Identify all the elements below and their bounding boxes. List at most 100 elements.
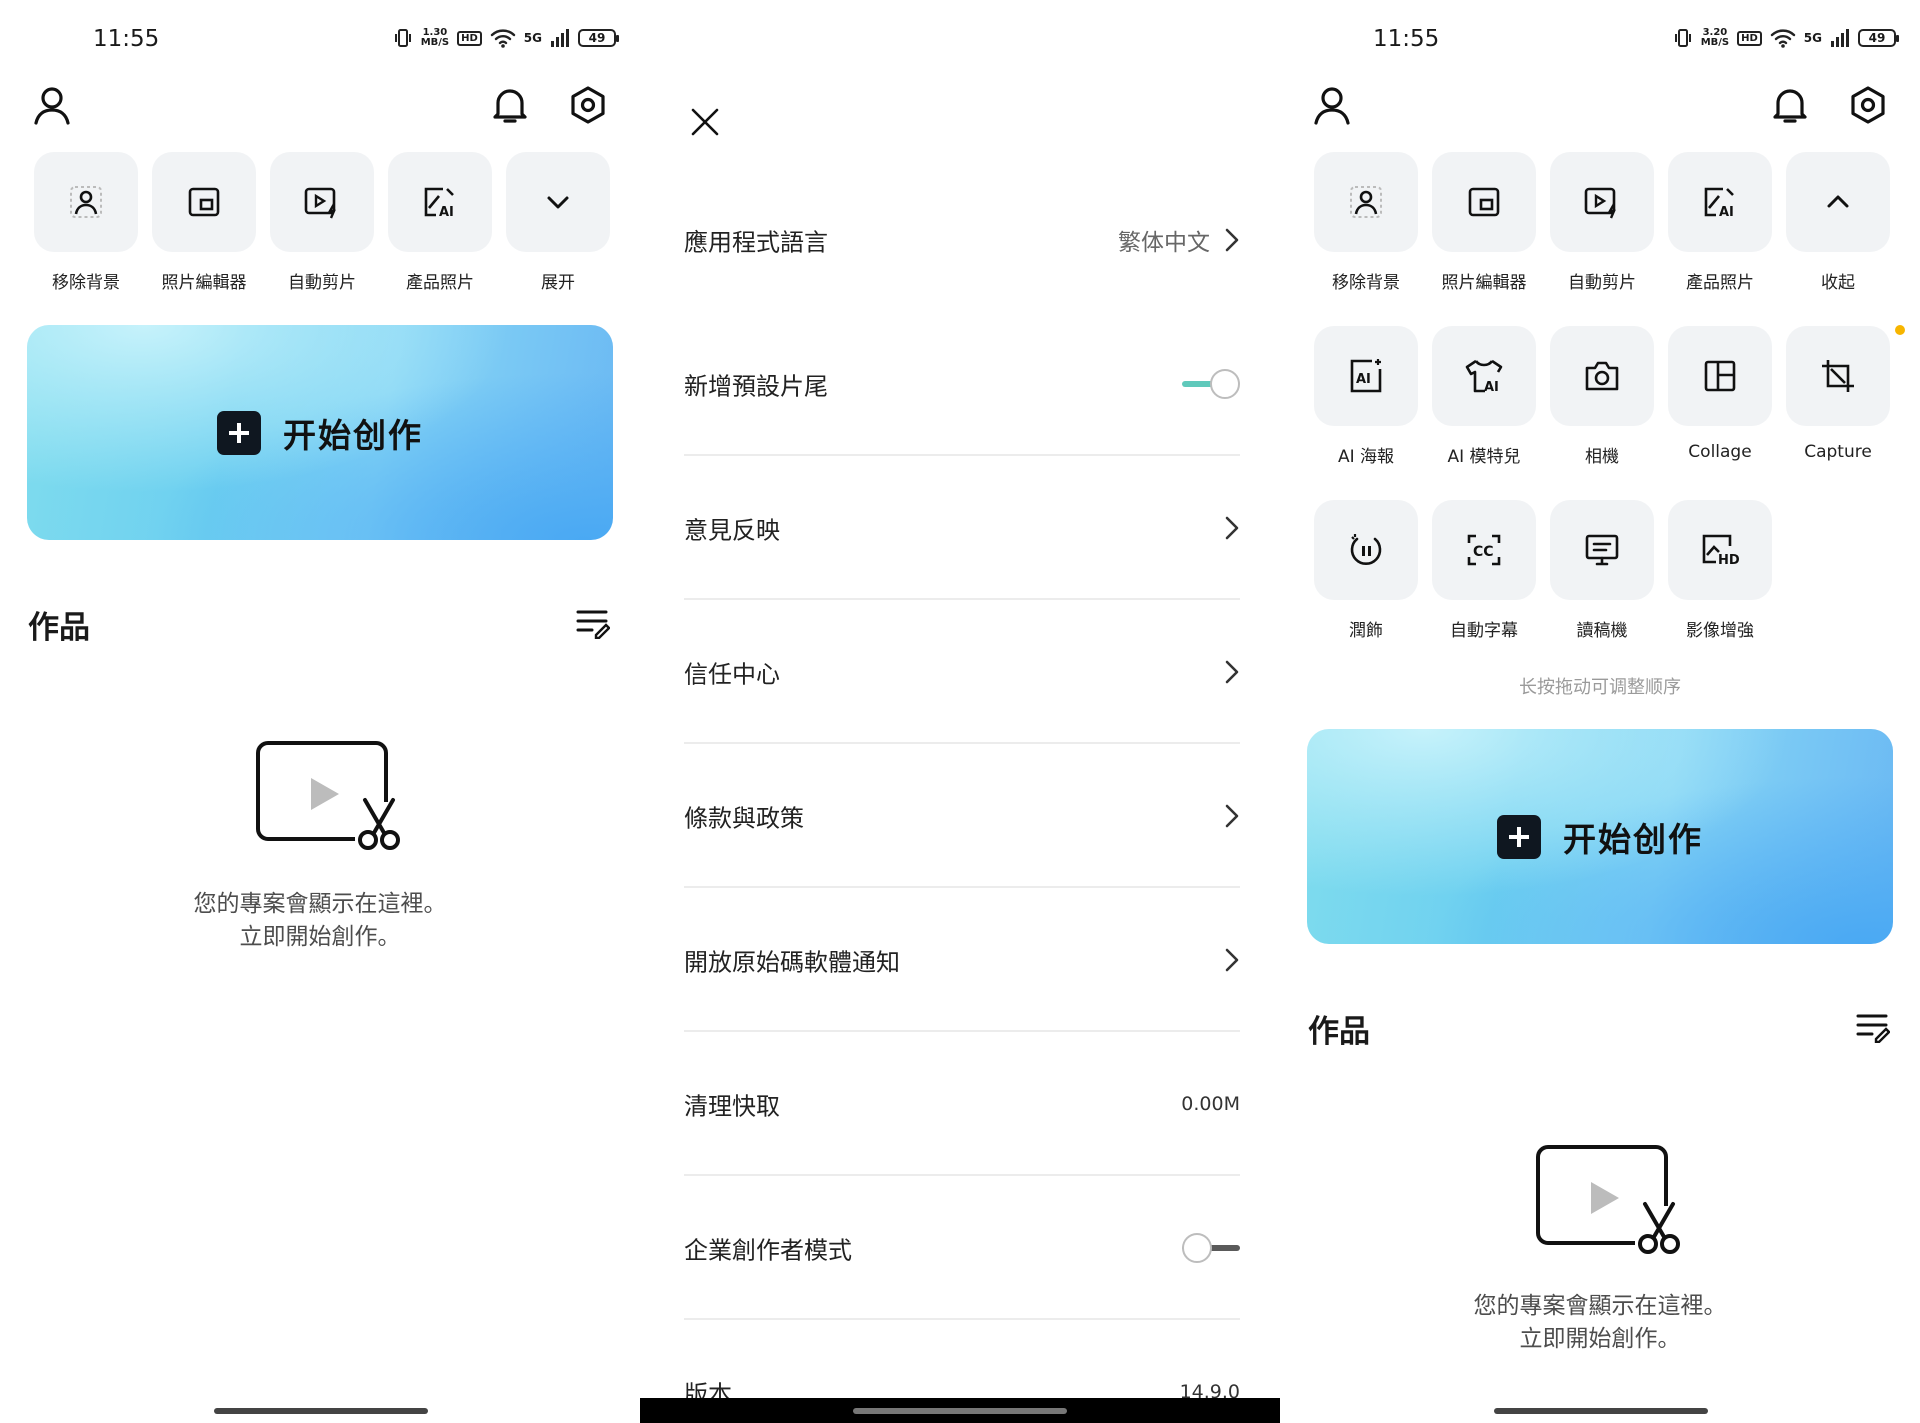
home-indicator[interactable]: [853, 1408, 1067, 1414]
tool-label: 相機: [1585, 447, 1619, 467]
ai-model-shirt-icon: AI: [1465, 359, 1503, 395]
vibrate-icon: [394, 29, 411, 47]
start-create-label: 开始创作: [283, 415, 423, 455]
wifi-icon: [1770, 29, 1795, 48]
edit-list-icon[interactable]: [1856, 1011, 1890, 1043]
tool-capture[interactable]: Capture: [1786, 326, 1890, 462]
tool-product-photo[interactable]: AI 產品照片: [388, 152, 492, 293]
bell-icon[interactable]: [490, 85, 530, 125]
home-screen-collapsed: 11:55 1.30 MB/S HD 5G 49 移除背景 照片編輯器 自動剪片 …: [0, 0, 640, 1423]
signal-bars-icon: [551, 29, 569, 47]
user-icon[interactable]: [1312, 85, 1352, 125]
person-remove-bg-icon: [1350, 186, 1382, 218]
settings-row-feedback[interactable]: 意見反映: [684, 456, 1240, 600]
tool-ai-model[interactable]: AI AI 模特兒: [1432, 326, 1536, 467]
camera-icon: [1585, 361, 1619, 391]
works-title: 作品: [28, 610, 90, 646]
tool-retouch[interactable]: 潤飾: [1314, 500, 1418, 641]
tool-label: 自動字幕: [1450, 621, 1518, 641]
business-creator-toggle[interactable]: [1182, 1233, 1240, 1263]
vibrate-icon: [1674, 29, 1691, 47]
close-icon[interactable]: [690, 107, 720, 137]
svg-text:HD: HD: [1718, 553, 1740, 568]
cache-size-value: 0.00M: [1181, 1093, 1240, 1115]
settings-gear-icon[interactable]: [1848, 85, 1888, 125]
chevron-right-icon: [1225, 228, 1239, 252]
network-speed: 3.20 MB/S: [1700, 27, 1730, 48]
product-photo-ai-icon: AI: [424, 187, 454, 220]
tool-label: 展开: [541, 273, 575, 293]
signal-type: 5G: [1803, 31, 1822, 45]
user-icon[interactable]: [32, 85, 72, 125]
edit-list-icon[interactable]: [576, 607, 610, 639]
tool-remove-background[interactable]: 移除背景: [1314, 152, 1418, 293]
start-create-label: 开始创作: [1563, 819, 1703, 859]
chevron-down-icon: [547, 196, 569, 209]
start-create-button[interactable]: 开始创作: [1307, 729, 1893, 944]
tool-auto-caption[interactable]: CC 自動字幕: [1432, 500, 1536, 641]
status-icons: 3.20 MB/S HD 5G 49: [1673, 27, 1899, 48]
wifi-icon: [490, 29, 515, 48]
empty-message: 您的專案會顯示在這裡。 立即開始創作。: [1473, 1293, 1727, 1352]
settings-row-trust-center[interactable]: 信任中心: [684, 600, 1240, 744]
teleprompter-icon: [1585, 534, 1619, 566]
plus-icon: [217, 410, 261, 455]
settings-row-terms-policies[interactable]: 條款與政策: [684, 744, 1240, 888]
status-bar: 11:55 1.30 MB/S HD 5G 49: [0, 26, 640, 56]
settings-row-open-source-notice[interactable]: 開放原始碼軟體通知: [684, 888, 1240, 1032]
tool-remove-background[interactable]: 移除背景: [34, 152, 138, 293]
tool-product-photo[interactable]: AI 產品照片: [1668, 152, 1772, 293]
reorder-hint: 长按拖动可调整顺序: [1519, 677, 1681, 698]
tool-label: 自動剪片: [288, 273, 356, 293]
auto-cut-icon: [304, 187, 336, 219]
person-remove-bg-icon: [70, 186, 102, 218]
home-indicator[interactable]: [1494, 1408, 1708, 1414]
settings-gear-icon[interactable]: [568, 85, 608, 125]
tool-label: 潤飾: [1349, 621, 1383, 641]
new-badge-dot: [1895, 325, 1905, 335]
tool-teleprompter[interactable]: 讀稿機: [1550, 500, 1654, 641]
tool-label: 照片編輯器: [161, 273, 247, 293]
home-indicator[interactable]: [214, 1408, 428, 1414]
tool-auto-cut[interactable]: 自動剪片: [270, 152, 374, 293]
capture-crop-icon: [1822, 360, 1854, 392]
status-time: 11:55: [93, 26, 160, 52]
navigation-bar: [640, 1398, 1280, 1423]
tool-label: 照片編輯器: [1441, 273, 1527, 293]
settings-row-app-language[interactable]: 應用程式語言 繁体中文: [684, 168, 1240, 312]
photo-editor-icon: [1468, 187, 1500, 217]
tool-label: AI 海報: [1337, 447, 1395, 467]
tool-photo-editor[interactable]: 照片編輯器: [1432, 152, 1536, 293]
svg-text:AI: AI: [439, 205, 454, 220]
tool-photo-editor[interactable]: 照片編輯器: [152, 152, 256, 293]
svg-text:AI: AI: [1356, 372, 1371, 387]
auto-caption-cc-icon: CC: [1467, 534, 1501, 566]
start-create-button[interactable]: 开始创作: [27, 325, 613, 540]
tool-ai-poster[interactable]: AI AI 海報: [1314, 326, 1418, 467]
settings-screen: 應用程式語言 繁体中文 新增預設片尾 意見反映 信任中心 條款與政策 開放原始碼…: [640, 0, 1280, 1423]
chevron-right-icon: [1225, 804, 1239, 828]
tool-collapse[interactable]: 收起: [1786, 152, 1890, 293]
svg-text:AI: AI: [1719, 205, 1734, 220]
battery-icon: 49: [1858, 29, 1899, 47]
collage-icon: [1704, 360, 1736, 392]
ai-poster-icon: AI: [1350, 359, 1382, 393]
tool-label: 移除背景: [1332, 273, 1400, 293]
network-speed: 1.30 MB/S: [420, 27, 450, 48]
default-ending-toggle[interactable]: [1182, 369, 1240, 399]
bell-icon[interactable]: [1770, 85, 1810, 125]
tool-auto-cut[interactable]: 自動剪片: [1550, 152, 1654, 293]
tool-expand[interactable]: 展开: [506, 152, 610, 293]
tool-label: 收起: [1821, 273, 1855, 293]
tool-collage[interactable]: Collage: [1668, 326, 1772, 462]
status-bar: 11:55 3.20 MB/S HD 5G 49: [1280, 26, 1920, 56]
tool-camera[interactable]: 相機: [1550, 326, 1654, 467]
photo-editor-icon: [188, 187, 220, 217]
settings-row-clear-cache[interactable]: 清理快取 0.00M: [684, 1032, 1240, 1176]
status-icons: 1.30 MB/S HD 5G 49: [393, 27, 619, 48]
chevron-up-icon: [1827, 195, 1849, 208]
empty-message: 您的專案會顯示在這裡。 立即開始創作。: [193, 891, 447, 950]
tool-image-enhance[interactable]: HD 影像增強: [1668, 500, 1772, 641]
tool-label: 自動剪片: [1568, 273, 1636, 293]
chevron-right-icon: [1225, 660, 1239, 684]
